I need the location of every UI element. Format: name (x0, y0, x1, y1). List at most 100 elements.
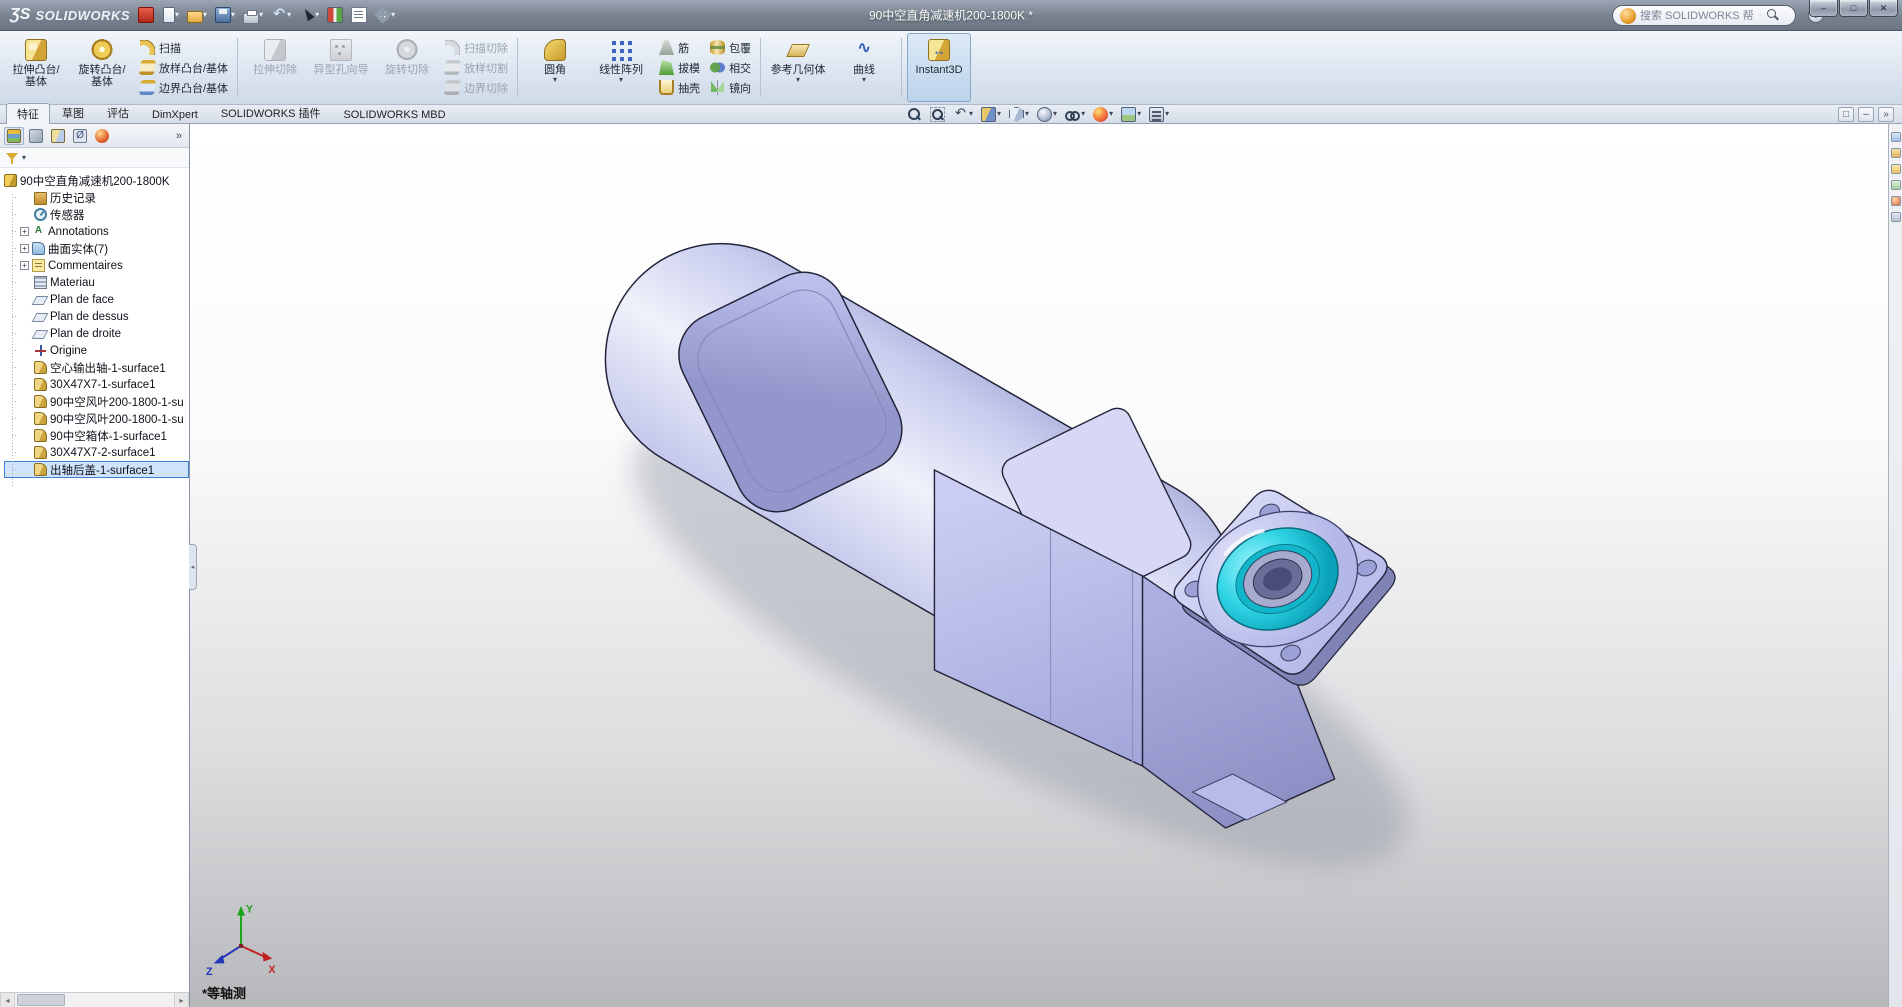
section-view-button[interactable]: ▾ (979, 107, 1003, 122)
search-input[interactable] (1640, 10, 1754, 22)
taskpane-design-library-icon[interactable] (1891, 148, 1901, 158)
tree-item[interactable]: 30X47X7-1-surface1 (4, 376, 189, 393)
tab-mbd[interactable]: SOLIDWORKS MBD (332, 106, 456, 123)
search-caret-icon[interactable]: ▾ (1758, 12, 1762, 20)
revolved-cut-button[interactable]: 旋转切除 (375, 33, 439, 102)
select-button[interactable]: ▾ (296, 5, 322, 25)
toolbar-overflow-icon[interactable]: » (1878, 107, 1894, 122)
print-button[interactable]: ▾ (240, 8, 266, 23)
search-magnifier-icon[interactable] (1766, 8, 1782, 24)
instant3d-button[interactable]: Instant3D (907, 33, 971, 102)
scroll-track[interactable] (15, 993, 174, 1007)
tree-item[interactable]: +Annotations (4, 223, 189, 240)
new-document-button[interactable]: ▾ (160, 5, 182, 25)
extruded-cut-button[interactable]: 拉伸切除 (243, 33, 307, 102)
graphics-area[interactable]: Y X Z *等轴测 (190, 124, 1888, 1007)
filter-caret-icon[interactable]: ▾ (22, 154, 26, 162)
boundary-cut-button[interactable]: 边界切除 (442, 79, 511, 97)
tab-addins[interactable]: SOLIDWORKS 插件 (210, 102, 332, 123)
tree-item[interactable]: 出轴后盖-1-surface1 (4, 461, 189, 478)
fillet-button[interactable]: 圆角▾ (523, 33, 587, 102)
tree-item[interactable]: Origine (4, 342, 189, 359)
file-properties-button[interactable] (348, 5, 370, 25)
tree-item[interactable]: 30X47X7-2-surface1 (4, 444, 189, 461)
dimxpertmanager-tab-button[interactable] (70, 127, 90, 145)
tab-evaluate[interactable]: 评估 (96, 102, 140, 123)
tree-item[interactable]: 90中空箱体-1-surface1 (4, 427, 189, 444)
tree-item[interactable]: Materiau (4, 274, 189, 291)
hide-show-button[interactable]: ▾ (1063, 107, 1087, 122)
rebuild-button[interactable] (324, 5, 346, 25)
panel-horizontal-scrollbar[interactable]: ◂ ▸ (0, 992, 189, 1007)
edit-appearance-button[interactable]: ▾ (1091, 107, 1115, 122)
tab-features[interactable]: 特征 (6, 103, 50, 124)
propertymanager-tab-button[interactable] (26, 127, 46, 145)
close-button[interactable]: ✕ (1869, 0, 1898, 17)
display-style-button[interactable]: ▾ (1035, 107, 1059, 122)
filter-bar[interactable]: ▾ (0, 148, 189, 168)
draft-button[interactable]: 拔模 (656, 59, 703, 77)
tree-item-root[interactable]: 90中空直角减速机200-1800K (4, 172, 189, 189)
intersect-button[interactable]: 相交 (707, 59, 754, 77)
shell-button[interactable]: 抽壳 (656, 79, 703, 97)
tree-item[interactable]: Plan de dessus (4, 308, 189, 325)
scroll-right-arrow[interactable]: ▸ (174, 993, 189, 1007)
tab-sketch[interactable]: 草图 (51, 102, 95, 123)
linear-pattern-button[interactable]: 线性阵列▾ (589, 33, 653, 102)
manager-overflow-icon[interactable]: » (176, 130, 185, 142)
mirror-button[interactable]: 镜向 (707, 79, 754, 97)
scroll-thumb[interactable] (17, 994, 65, 1006)
tree-item[interactable]: Plan de droite (4, 325, 189, 342)
tree-item[interactable]: 空心输出轴-1-surface1 (4, 359, 189, 376)
minimize-button[interactable]: – (1809, 0, 1838, 17)
expand-icon[interactable]: + (20, 261, 29, 270)
zoom-area-button[interactable] (928, 107, 947, 122)
tree-item[interactable]: +Commentaires (4, 257, 189, 274)
hole-wizard-button[interactable]: 异型孔向导 (309, 33, 373, 102)
undo-button[interactable]: ▾ (268, 5, 294, 25)
boundary-boss-button[interactable]: 边界凸台/基体 (137, 79, 231, 97)
reference-geometry-button[interactable]: 参考几何体▾ (766, 33, 830, 102)
configurationmanager-tab-button[interactable] (48, 127, 68, 145)
wrap-button[interactable]: 包覆 (707, 39, 754, 57)
tree-item[interactable]: +曲面实体(7) (4, 240, 189, 257)
view-settings-button[interactable]: ▾ (1147, 107, 1171, 122)
revolved-boss-button[interactable]: 旋转凸台/基体 (70, 33, 134, 102)
scroll-left-arrow[interactable]: ◂ (0, 993, 15, 1007)
doc-restore-icon[interactable]: □ (1838, 107, 1854, 122)
expand-icon[interactable]: + (20, 227, 29, 236)
swept-cut-button[interactable]: 扫描切除 (442, 39, 511, 57)
taskpane-file-explorer-icon[interactable] (1891, 164, 1901, 174)
tree-item[interactable]: 90中空风叶200-1800-1-su (4, 410, 189, 427)
options-button[interactable]: ▾ (372, 5, 398, 25)
tree-item[interactable]: 历史记录 (4, 189, 189, 206)
lofted-cut-button[interactable]: 放样切割 (442, 59, 511, 77)
open-document-button[interactable]: ▾ (184, 7, 210, 23)
rib-button[interactable]: 筋 (656, 39, 703, 57)
save-button[interactable]: ▾ (212, 5, 238, 25)
taskpane-custom-properties-icon[interactable] (1891, 212, 1901, 222)
swept-boss-button[interactable]: 扫描 (137, 39, 231, 57)
taskpane-appearances-icon[interactable] (1891, 196, 1901, 206)
maximize-button[interactable]: □ (1839, 0, 1868, 17)
panel-splitter-handle[interactable]: ◂ (189, 544, 197, 590)
featuremanager-tab-button[interactable] (4, 127, 24, 145)
view-orientation-button[interactable]: ▾ (1007, 107, 1031, 122)
previous-view-button[interactable]: ▾ (951, 107, 975, 122)
doc-minimize-icon[interactable]: – (1858, 107, 1874, 122)
taskpane-view-palette-icon[interactable] (1891, 180, 1901, 190)
tab-dimxpert[interactable]: DimXpert (141, 106, 209, 123)
zoom-fit-button[interactable] (905, 107, 924, 122)
extruded-boss-button[interactable]: 拉伸凸台/基体 (4, 33, 68, 102)
expand-icon[interactable]: + (20, 244, 29, 253)
lofted-boss-button[interactable]: 放样凸台/基体 (137, 59, 231, 77)
tree-item[interactable]: Plan de face (4, 291, 189, 308)
curves-button[interactable]: 曲线▾ (832, 33, 896, 102)
search-box[interactable]: ▾ (1612, 5, 1796, 26)
displaymanager-tab-button[interactable] (92, 127, 112, 145)
taskpane-resources-icon[interactable] (1891, 132, 1901, 142)
gear-motor-model[interactable] (583, 244, 1459, 946)
tree-item[interactable]: 传感器 (4, 206, 189, 223)
tree-item[interactable]: 90中空风叶200-1800-1-su (4, 393, 189, 410)
apply-scene-button[interactable]: ▾ (1119, 107, 1143, 122)
